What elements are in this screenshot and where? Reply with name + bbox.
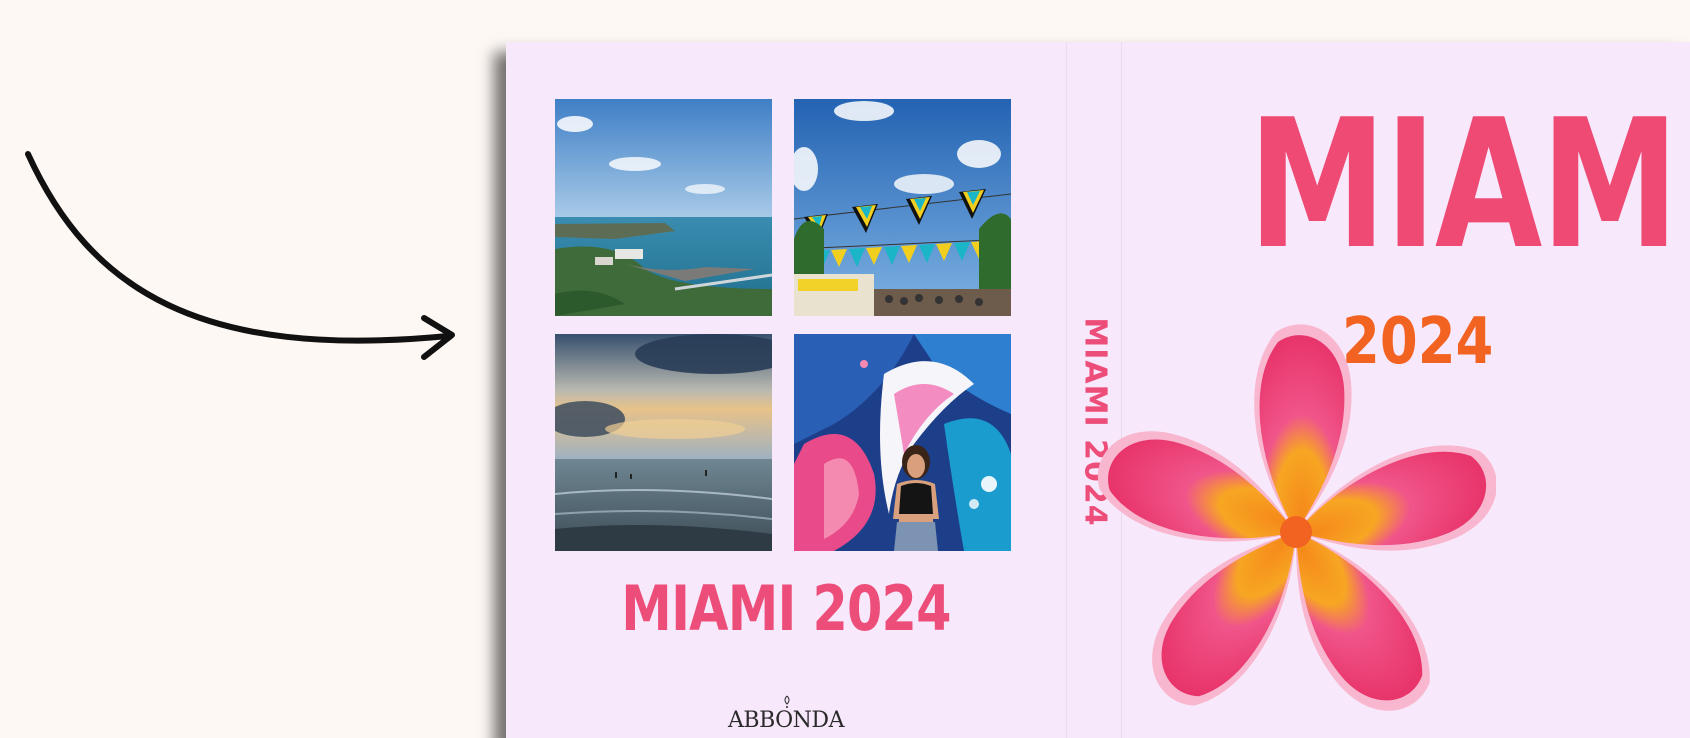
front-cover-title: MIAMI <box>1248 81 1690 288</box>
mural-portrait-photo <box>794 334 1011 551</box>
back-cover-title: MIAMI 2024 <box>621 572 951 645</box>
brand-logo: ABBONDA <box>728 708 844 733</box>
coastline-photo <box>555 99 772 316</box>
logo-mark-icon <box>784 695 790 708</box>
stage: MIAMI 2024 ABBONDA MIAMI 2024 MIAMI 2024 <box>0 0 1690 738</box>
plumeria-flower-icon <box>1098 324 1496 711</box>
photo-book: MIAMI 2024 ABBONDA MIAMI 2024 MIAMI 2024 <box>506 42 1690 738</box>
flags-photo <box>794 99 1011 316</box>
beach-sunset-photo <box>555 334 772 551</box>
arrow-icon <box>25 151 455 360</box>
back-cover: MIAMI 2024 ABBONDA <box>506 42 1066 738</box>
